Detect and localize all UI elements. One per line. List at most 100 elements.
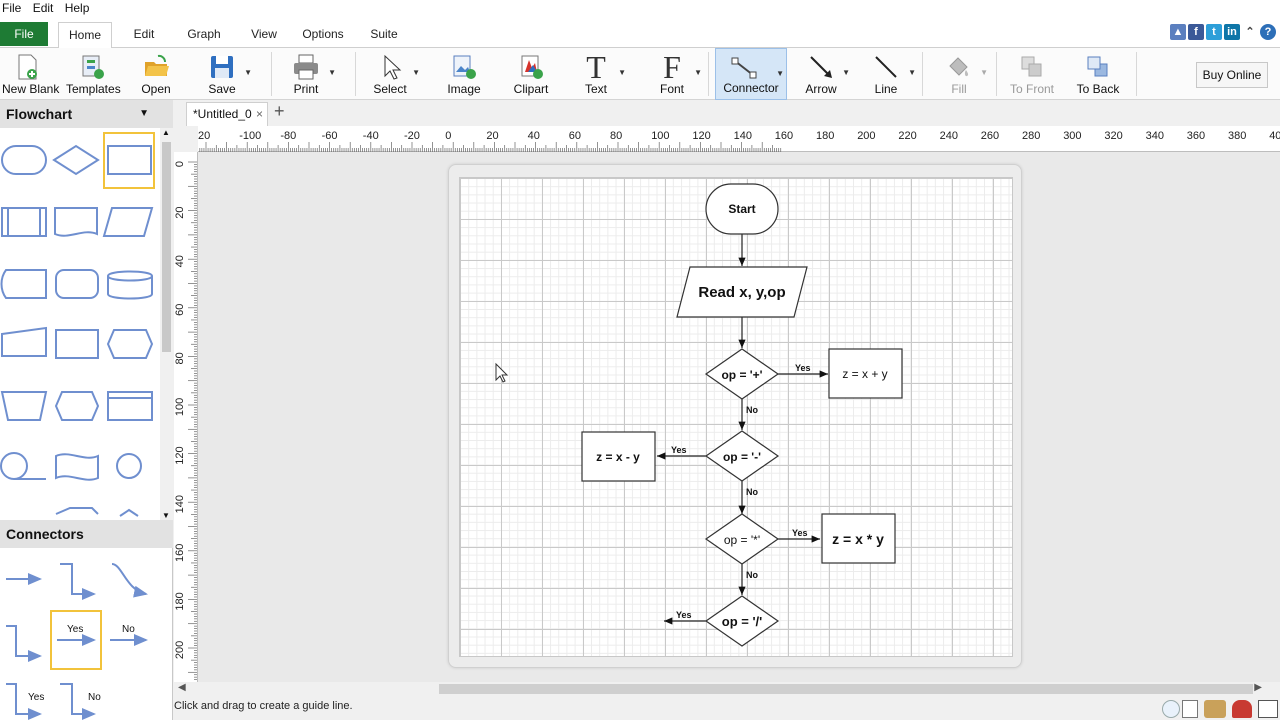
ruler-label: 120: [174, 446, 186, 464]
flowchart-diagram: Start Read x, y,op op = '+' z = x + y op…: [495, 183, 903, 647]
no-label: No: [746, 405, 758, 415]
no-label: No: [746, 570, 758, 580]
text-mode-icon[interactable]: [1182, 700, 1198, 718]
new-blank-button[interactable]: New Blank: [2, 48, 59, 100]
ruler-label: 160: [174, 544, 186, 562]
font-button[interactable]: F Font ▼: [652, 48, 702, 100]
text-dropdown-icon[interactable]: ▼: [618, 68, 626, 77]
add-tab-icon[interactable]: +: [274, 101, 285, 122]
tab-file[interactable]: File: [0, 22, 48, 46]
horizontal-ruler-scale: 20 -100 -80 -60 -40 -20 0 20 40 60 80 100 120 140 160 1…: [198, 130, 1280, 152]
menu-help[interactable]: Help: [63, 0, 96, 15]
tab-edit[interactable]: Edit: [124, 22, 164, 48]
status-bar: Click and drag to create a guide line.: [174, 696, 1280, 720]
drawing-canvas[interactable]: Start Read x, y,op op = '+' z = x + y op…: [198, 152, 1280, 682]
fill-button[interactable]: Fill ▼: [940, 48, 988, 100]
close-icon[interactable]: ×: [256, 103, 263, 125]
print-dropdown-icon[interactable]: ▼: [328, 68, 336, 77]
horizontal-ruler[interactable]: 20 -100 -80 -60 -40 -20 0 20 40 60 80 100 120 140 160 1…: [198, 126, 1280, 152]
horizontal-scroll-thumb[interactable]: [439, 684, 1253, 694]
text-button[interactable]: T Text ▼: [576, 48, 626, 100]
shapes-panel: Flowchart ▼ ▲ ▼ Connectors Yes No Yes No: [0, 100, 173, 720]
ruler-label: 360: [1187, 130, 1205, 142]
arrow-dropdown-icon[interactable]: ▼: [842, 68, 850, 77]
connector-button[interactable]: Connector ▼: [715, 48, 787, 100]
no-label: No: [746, 487, 758, 497]
decision-multiply-label: op = '*': [724, 533, 760, 547]
to-back-button[interactable]: To Back: [1074, 48, 1122, 100]
connector-yes-label: Yes: [28, 692, 44, 703]
line-dropdown-icon[interactable]: ▼: [908, 68, 916, 77]
image-button[interactable]: Image: [444, 48, 484, 100]
ruler-label: 80: [174, 352, 186, 364]
ruler-corner: [174, 126, 198, 152]
tab-options[interactable]: Options: [300, 22, 346, 48]
menu-bar: File Edit Help: [0, 0, 1280, 18]
ribbon-separator: [271, 52, 272, 96]
zoom-icon[interactable]: [1162, 700, 1180, 718]
flowchart-panel-header[interactable]: Flowchart ▼: [0, 100, 173, 128]
clipart-button[interactable]: Clipart: [510, 48, 552, 100]
magnet-icon[interactable]: [1232, 700, 1252, 718]
arrow-button[interactable]: Arrow ▼: [802, 48, 850, 100]
scroll-down-icon[interactable]: ▼: [162, 511, 170, 520]
vertical-ruler[interactable]: 02040608010012014016018020020: [174, 152, 198, 682]
document-tab[interactable]: *Untitled_0 ×: [186, 102, 268, 126]
tab-graph[interactable]: Graph: [182, 22, 226, 48]
connector-no-label: No: [88, 692, 101, 703]
twitter-icon[interactable]: t: [1206, 24, 1222, 40]
scroll-left-icon[interactable]: ◀: [178, 682, 186, 693]
print-button[interactable]: Print ▼: [286, 48, 336, 100]
save-dropdown-icon[interactable]: ▼: [244, 68, 252, 77]
menu-file[interactable]: File: [0, 0, 27, 15]
linkedin-icon[interactable]: in: [1224, 24, 1240, 40]
flowchart-scrollbar[interactable]: ▲ ▼: [160, 128, 173, 520]
thumbs-up-icon[interactable]: ▲: [1170, 24, 1186, 40]
connectors-panel-header[interactable]: Connectors: [0, 520, 173, 548]
save-button[interactable]: Save ▼: [202, 48, 252, 100]
ruler-label: -20: [404, 130, 420, 142]
facebook-icon[interactable]: f: [1188, 24, 1204, 40]
ruler-label: 40: [174, 255, 186, 267]
tab-suite[interactable]: Suite: [364, 22, 404, 48]
collapse-ribbon-icon[interactable]: ⌃: [1242, 24, 1258, 40]
ruler-label: 60: [174, 304, 186, 316]
font-dropdown-icon[interactable]: ▼: [694, 68, 702, 77]
read-label: Read x, y,op: [698, 284, 785, 301]
line-button[interactable]: Line ▼: [866, 48, 916, 100]
tab-view[interactable]: View: [244, 22, 284, 48]
vertical-ruler-scale: 02040608010012014016018020020: [174, 161, 197, 680]
canvas-horizontal-scrollbar[interactable]: ◀ ▶: [174, 682, 1280, 696]
paint-bucket-icon: [949, 57, 969, 77]
decision-divide-label: op = '/': [722, 614, 763, 629]
connector-shapes-palette[interactable]: Yes No Yes No: [0, 548, 173, 720]
templates-icon: [82, 55, 104, 79]
menu-edit[interactable]: Edit: [31, 0, 60, 15]
yes-label: Yes: [792, 528, 808, 538]
mouse-cursor-icon: [495, 362, 509, 383]
to-front-button[interactable]: To Front: [1008, 48, 1056, 100]
ruler-label: 240: [940, 130, 958, 142]
scroll-right-icon[interactable]: ▶: [1254, 682, 1262, 693]
connector-no-label: No: [122, 624, 135, 635]
fit-page-icon[interactable]: [1258, 700, 1278, 718]
chevron-down-icon[interactable]: ▼: [139, 100, 149, 128]
connector-dropdown-icon[interactable]: ▼: [776, 69, 784, 78]
fill-dropdown-icon[interactable]: ▼: [980, 68, 988, 77]
open-button[interactable]: Open: [136, 48, 176, 100]
flowchart-scroll-thumb[interactable]: [162, 142, 171, 352]
scroll-up-icon[interactable]: ▲: [162, 128, 170, 137]
select-button[interactable]: Select ▼: [370, 48, 420, 100]
help-icon[interactable]: ?: [1260, 24, 1276, 40]
ruler-label: 140: [174, 495, 186, 513]
folder-open-icon: [145, 54, 169, 76]
tab-home[interactable]: Home: [58, 22, 112, 49]
preview-eye-icon[interactable]: [1204, 700, 1226, 718]
buy-online-button[interactable]: Buy Online: [1196, 62, 1268, 88]
ruler-label: 80: [610, 130, 622, 142]
ruler-label: 320: [1104, 130, 1122, 142]
start-label: Start: [728, 202, 755, 216]
select-dropdown-icon[interactable]: ▼: [412, 68, 420, 77]
flowchart-shapes-palette[interactable]: [0, 128, 160, 520]
templates-button[interactable]: Templates: [66, 48, 121, 100]
